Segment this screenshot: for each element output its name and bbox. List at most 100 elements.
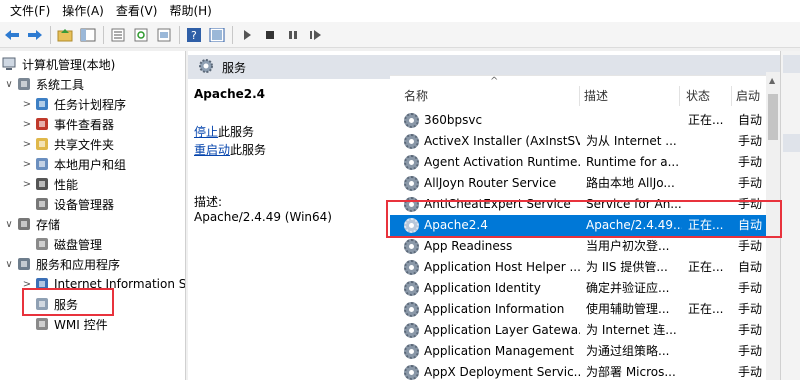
expand-chevron-icon[interactable]: > — [20, 139, 34, 150]
tree-item-label: 服务 — [54, 297, 79, 312]
help-icon[interactable]: ? — [184, 25, 204, 45]
restart-service-link[interactable]: 重启动 — [194, 143, 230, 157]
tree-item[interactable]: 设备管理器 — [20, 194, 114, 214]
toolbar-separator — [50, 25, 51, 44]
service-description: 为 IIS 提供管... — [586, 260, 668, 274]
up-folder-icon[interactable] — [55, 25, 75, 45]
tree-item[interactable]: > 任务计划程序 — [20, 94, 126, 114]
service-row[interactable]: 360bpsvc 正在... 自动 — [390, 110, 766, 131]
service-name: App Readiness — [424, 239, 513, 253]
pause-service-icon[interactable] — [283, 25, 303, 45]
expand-chevron-icon[interactable]: > — [20, 119, 34, 130]
service-status — [688, 131, 734, 152]
stop-service-icon[interactable] — [260, 25, 280, 45]
service-description: 使用辅助管理... — [586, 302, 670, 316]
column-header-startup-type[interactable]: 启动 — [736, 86, 768, 106]
tree-item[interactable]: > 事件查看器 — [20, 114, 114, 134]
service-row[interactable]: Application Identity 确定并验证应... 手动 — [390, 278, 766, 299]
tree-item[interactable]: > Internet Information S — [20, 274, 185, 294]
tree-item-computer-management[interactable]: 计算机管理(本地) — [2, 54, 115, 74]
column-header-status[interactable]: 状态 — [686, 86, 732, 106]
menu-help[interactable]: 帮助(H) — [163, 0, 217, 22]
service-row[interactable]: Application Information 使用辅助管理... 正在... 手动 — [390, 299, 766, 320]
tree-item-icon — [16, 216, 32, 232]
service-name: Application Host Helper ... — [424, 260, 580, 274]
service-row[interactable]: ActiveX Installer (AxInstSV) 为从 Internet … — [390, 131, 766, 152]
tree-item[interactable]: > 本地用户和组 — [20, 154, 126, 174]
services-list: ^ 名称 描述 状态 启动 360bpsvc 正在... 自动 ActiveX Ins… — [390, 75, 768, 380]
service-description-pane: Apache2.4 停止此服务 重启动此服务 描述: Apache/2.4.49… — [188, 79, 388, 380]
service-row[interactable]: AppX Deployment Servic... 为部署 Micros... 手动 — [390, 362, 766, 380]
service-row[interactable]: AllJoyn Router Service 路由本地 AllJo... 手动 — [390, 173, 766, 194]
service-startup-type: 手动 — [738, 239, 763, 253]
expand-chevron-icon[interactable]: > — [20, 99, 34, 110]
service-description: 为部署 Micros... — [586, 365, 676, 379]
actions-header-chip[interactable] — [783, 55, 800, 73]
tree-item-icon — [34, 156, 50, 172]
collapse-chevron-icon[interactable]: ∨ — [2, 219, 16, 230]
svg-text:?: ? — [191, 29, 197, 42]
tree-item[interactable]: 磁盘管理 — [20, 234, 102, 254]
column-header-description[interactable]: 描述 — [584, 86, 680, 106]
service-startup-type: 手动 — [738, 281, 763, 295]
service-row[interactable]: Agent Activation Runtime... Runtime for a… — [390, 152, 766, 173]
service-row[interactable]: AntiCheatExpert Service Service for An...… — [390, 194, 766, 215]
scrollbar-thumb[interactable] — [768, 94, 778, 140]
expand-chevron-icon[interactable]: > — [20, 279, 34, 290]
service-name: AntiCheatExpert Service — [424, 197, 571, 211]
tree-item[interactable]: WMI 控件 — [20, 314, 108, 334]
actions-subheader-chip[interactable] — [783, 134, 800, 152]
forward-icon[interactable] — [25, 25, 45, 45]
show-hide-tree-icon[interactable] — [78, 25, 98, 45]
service-gear-icon — [404, 134, 419, 149]
menu-file[interactable]: 文件(F) — [4, 0, 56, 22]
tree-item[interactable]: > 性能 — [20, 174, 78, 194]
service-startup-type: 手动 — [738, 323, 763, 337]
tree-item-label: 任务计划程序 — [54, 97, 127, 112]
menu-action[interactable]: 操作(A) — [56, 0, 110, 22]
tree-item[interactable]: ∨ 服务和应用程序 — [2, 254, 120, 274]
service-startup-type: 手动 — [738, 197, 763, 211]
stop-service-suffix: 此服务 — [218, 125, 255, 139]
menu-view[interactable]: 查看(V) — [110, 0, 164, 22]
service-row[interactable]: Application Management 为通过组策略... 手动 — [390, 341, 766, 362]
refresh-icon[interactable] — [131, 25, 151, 45]
stop-service-link[interactable]: 停止 — [194, 125, 218, 139]
toolbar-separator — [103, 25, 104, 44]
service-gear-icon — [404, 218, 419, 233]
collapse-chevron-icon[interactable]: ∨ — [2, 79, 16, 90]
service-row[interactable]: Application Layer Gatewa... 为 Internet 连.… — [390, 320, 766, 341]
service-startup-type: 自动 — [738, 260, 763, 274]
expand-chevron-icon[interactable]: > — [20, 159, 34, 170]
services-list-scrollbar[interactable]: ▲ — [766, 72, 780, 380]
service-row[interactable]: Application Host Helper ... 为 IIS 提供管... 正… — [390, 257, 766, 278]
service-row[interactable]: Apache2.4 Apache/2.4.49... 正在... 自动 — [390, 215, 766, 236]
scroll-up-arrow-icon[interactable]: ▲ — [769, 76, 775, 85]
properties-icon[interactable] — [108, 25, 128, 45]
restart-service-icon[interactable] — [306, 25, 326, 45]
tree-item[interactable]: ∨ 存储 — [2, 214, 60, 234]
service-status — [688, 362, 734, 380]
collapse-chevron-icon[interactable]: ∨ — [2, 259, 16, 270]
back-icon[interactable] — [2, 25, 22, 45]
tree-item-icon — [16, 256, 32, 272]
column-header-name[interactable]: 名称 — [404, 86, 580, 106]
tree-item-label: 性能 — [54, 177, 79, 192]
service-row[interactable]: App Readiness 当用户初次登... 手动 — [390, 236, 766, 257]
tree-item[interactable]: > 共享文件夹 — [20, 134, 114, 154]
service-description: Service for An... — [586, 197, 682, 211]
tree-item-label: 系统工具 — [36, 77, 85, 92]
export-list-icon[interactable] — [154, 25, 174, 45]
tree-item-label: 服务和应用程序 — [36, 257, 121, 272]
tree-item[interactable]: 服务 — [20, 294, 78, 314]
tree-item-icon — [34, 176, 50, 192]
tree-item-label: 本地用户和组 — [54, 157, 127, 172]
tree-item-icon — [34, 236, 50, 252]
tree-item-icon — [34, 116, 50, 132]
tree-item-icon — [34, 136, 50, 152]
start-service-icon[interactable] — [237, 25, 257, 45]
tree-item[interactable]: ∨ 系统工具 — [2, 74, 84, 94]
expand-chevron-icon[interactable]: > — [20, 179, 34, 190]
help-topic-icon[interactable] — [207, 25, 227, 45]
stop-service-line: 停止此服务 — [194, 123, 254, 140]
